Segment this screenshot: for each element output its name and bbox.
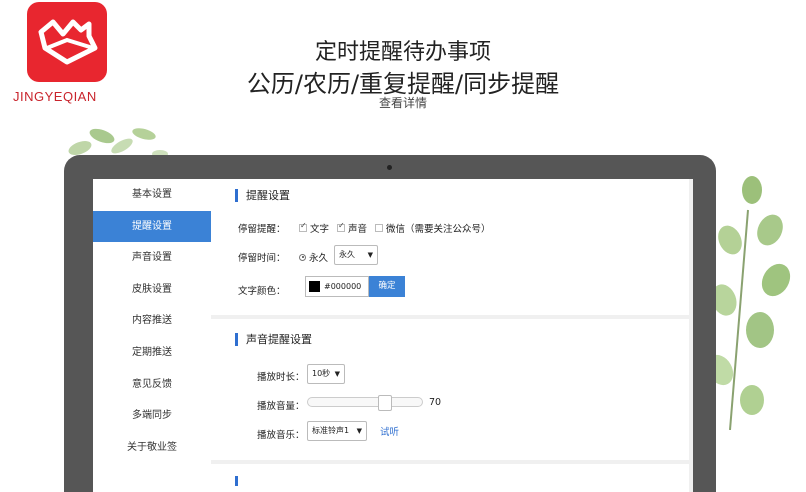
details-link[interactable]: 查看详情: [0, 94, 806, 111]
caret-down-icon: ▼: [334, 370, 340, 378]
music-label: 播放音乐：: [257, 430, 305, 441]
color-input[interactable]: #000000: [305, 276, 369, 297]
headline-title: 定时提醒待办事项: [314, 40, 491, 65]
text-color-label: 文字颜色：: [238, 286, 286, 297]
sound-checkbox[interactable]: 声音: [337, 221, 367, 235]
wechat-checkbox[interactable]: 微信（需要关注公众号）: [375, 221, 491, 235]
reminder-settings-panel: 提醒设置 停留提醒： 文字 声音 微信（需要关注公众号） 停留时间： 永久 永久…: [211, 179, 689, 315]
sound-settings-panel: 声音提醒设置 播放时长： 10秒 ▼ 播放音量： 70 播放音乐： 标准铃声1 ▼ …: [211, 319, 689, 460]
next-settings-panel: [211, 464, 689, 492]
permanent-radio[interactable]: 永久: [299, 250, 328, 264]
caret-down-icon: ▼: [367, 251, 373, 259]
sidebar-item-sync[interactable]: 多端同步: [93, 400, 211, 432]
promo-page: JINGYEQIAN 定时提醒待办事项 公历/农历/重复提醒/同步提醒 查看详情…: [0, 0, 806, 492]
sound-section-title: 声音提醒设置: [235, 333, 312, 346]
text-checkbox[interactable]: 文字: [299, 221, 329, 235]
sidebar-item-skin[interactable]: 皮肤设置: [93, 274, 211, 306]
checkbox-unchecked-icon: [375, 224, 383, 232]
sidebar-item-content-push[interactable]: 内容推送: [93, 305, 211, 337]
checkbox-checked-icon: [299, 221, 307, 232]
settings-window: 基本设置 提醒设置 声音设置 皮肤设置 内容推送 定期推送 意见反馈 多端同步 …: [93, 179, 693, 492]
sidebar-item-about[interactable]: 关于敬业签: [93, 432, 211, 464]
radio-selected-icon: [299, 253, 306, 261]
confirm-button[interactable]: 确定: [369, 276, 405, 297]
sidebar-item-reminder[interactable]: 提醒设置: [93, 210, 211, 243]
volume-label: 播放音量：: [257, 401, 305, 412]
stay-time-select[interactable]: 永久 ▼: [334, 245, 378, 265]
stay-reminder-label: 停留提醒：: [238, 224, 286, 235]
sidebar-item-basic[interactable]: 基本设置: [93, 179, 211, 211]
next-section-marker: [235, 476, 246, 486]
caret-down-icon: ▼: [356, 427, 362, 435]
duration-select[interactable]: 10秒 ▼: [307, 364, 345, 384]
sidebar-item-feedback[interactable]: 意见反馈: [93, 369, 211, 401]
volume-slider[interactable]: [307, 395, 423, 411]
sidebar-item-scheduled-push[interactable]: 定期推送: [93, 337, 211, 369]
duration-label: 播放时长：: [257, 372, 305, 383]
camera-dot: [387, 165, 392, 170]
color-swatch: [309, 281, 320, 292]
music-select[interactable]: 标准铃声1 ▼: [307, 421, 367, 441]
laptop-frame: 基本设置 提醒设置 声音设置 皮肤设置 内容推送 定期推送 意见反馈 多端同步 …: [64, 155, 716, 492]
settings-sidebar: 基本设置 提醒设置 声音设置 皮肤设置 内容推送 定期推送 意见反馈 多端同步 …: [93, 179, 211, 492]
volume-value: 70: [429, 397, 442, 408]
reminder-section-title: 提醒设置: [235, 189, 290, 202]
slider-thumb[interactable]: [378, 395, 392, 411]
stay-time-label: 停留时间：: [238, 253, 286, 264]
checkbox-checked-icon: [337, 221, 345, 232]
preview-link[interactable]: 试听: [380, 424, 399, 438]
sidebar-item-sound[interactable]: 声音设置: [93, 242, 211, 274]
